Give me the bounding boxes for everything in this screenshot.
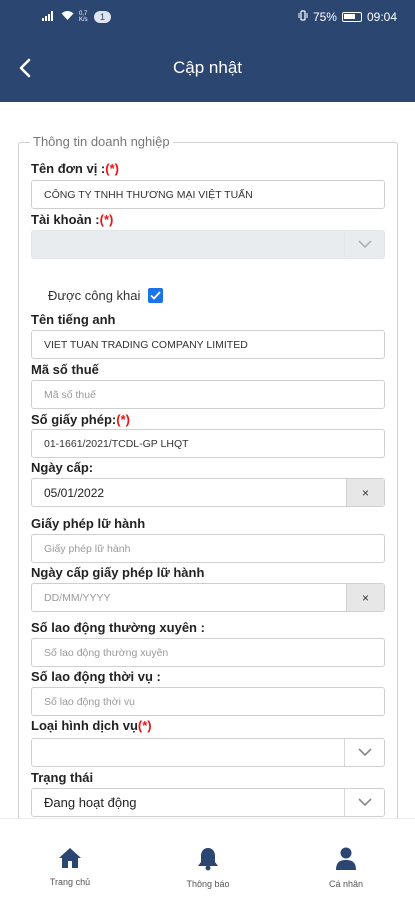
bottom-tab-bar: Trang chủ Thông báo Cá nhân [0, 818, 415, 900]
chevron-down-icon [357, 795, 372, 810]
travel-license-date-input[interactable]: DD/MM/YYYY × [31, 583, 385, 612]
account-select[interactable] [31, 230, 385, 259]
tax-code-input[interactable]: Mã số thuế [31, 380, 385, 409]
travel-license-date-label: Ngày cấp giấy phép lữ hành [31, 565, 205, 580]
battery-percent: 75% [312, 10, 337, 24]
required-mark: (*) [105, 161, 119, 176]
clock: 09:04 [366, 10, 397, 24]
form-content[interactable]: Thông tin doanh nghiệp Tên đơn vị :(*) C… [0, 102, 415, 818]
required-mark: (*) [137, 718, 152, 733]
notification-count-badge: 1 [94, 11, 112, 23]
tab-profile-label: Cá nhân [328, 879, 364, 889]
required-mark: (*) [99, 212, 114, 227]
tab-profile[interactable]: Cá nhân [306, 841, 386, 889]
tab-home[interactable]: Trang chủ [30, 841, 110, 887]
user-icon [336, 847, 356, 873]
vibrate-icon [298, 10, 308, 24]
permanent-workers-label: Số lao động thường xuyên : [31, 620, 205, 635]
seasonal-workers-input[interactable]: Số lao động thời vụ [31, 687, 385, 716]
chevron-down-icon [357, 237, 372, 252]
account-label: Tài khoản :(*) [31, 212, 114, 227]
english-name-input[interactable]: VIET TUAN TRADING COMPANY LIMITED [31, 330, 385, 359]
public-checkbox-row: Được công khai [48, 288, 164, 303]
status-bar: 0,7 K/s 1 75% 09:04 [0, 0, 415, 34]
tab-home-label: Trang chủ [49, 877, 91, 887]
clear-date-button[interactable]: × [346, 584, 384, 611]
status-select[interactable]: Đang hoạt động [31, 788, 385, 817]
clear-date-button[interactable]: × [346, 479, 384, 506]
license-number-input[interactable]: 01-1661/2021/TCDL-GP LHQT [31, 429, 385, 458]
required-mark: (*) [116, 412, 130, 427]
chevron-down-icon [357, 745, 372, 760]
battery-icon [341, 12, 362, 22]
net-speed-unit: K/s [79, 17, 88, 23]
company-name-input[interactable]: CÔNG TY TNHH THƯƠNG MẠI VIỆT TUẤN [31, 180, 385, 209]
page-title: Cập nhật [173, 58, 242, 77]
app-header: Cập nhật [0, 34, 415, 102]
signal-icon [42, 10, 56, 24]
issue-date-input[interactable]: 05/01/2022 × [31, 478, 385, 507]
english-name-label: Tên tiếng anh [31, 312, 116, 327]
issue-date-label: Ngày cấp: [31, 460, 94, 475]
tab-notifications[interactable]: Thông báo [168, 841, 248, 889]
public-checkbox-label: Được công khai [48, 288, 141, 303]
home-icon [58, 847, 82, 871]
travel-license-input[interactable]: Giấy phép lữ hành [31, 534, 385, 563]
company-name-label: Tên đơn vị :(*) [31, 161, 119, 176]
seasonal-workers-label: Số lao động thời vụ : [31, 669, 161, 684]
permanent-workers-input[interactable]: Số lao động thường xuyên [31, 638, 385, 667]
service-type-label: Loại hình dịch vụ(*) [31, 718, 152, 733]
tab-notifications-label: Thông báo [186, 879, 230, 889]
travel-license-label: Giấy phép lữ hành [31, 516, 146, 531]
tax-code-label: Mã số thuế [31, 362, 99, 377]
service-type-select[interactable] [31, 738, 385, 767]
bell-icon [197, 847, 219, 873]
public-checkbox[interactable] [148, 288, 164, 303]
back-arrow-icon[interactable] [14, 56, 38, 80]
license-number-label: Số giấy phép:(*) [31, 412, 130, 427]
wifi-icon [61, 10, 74, 24]
fieldset-legend: Thông tin doanh nghiệp [30, 134, 173, 149]
status-label: Trạng thái [31, 770, 94, 785]
